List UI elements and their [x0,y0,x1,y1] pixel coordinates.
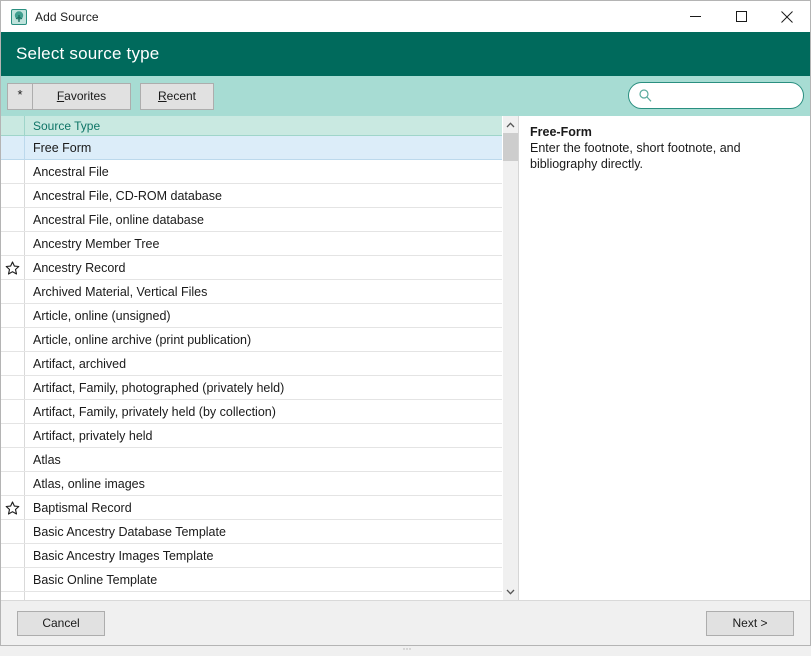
favorite-cell[interactable] [1,448,25,471]
recent-button[interactable]: Recent [140,83,214,110]
cancel-button[interactable]: Cancel [17,611,105,636]
source-type-label: Baptismal Record [25,501,132,515]
table-row[interactable]: Ancestry Member Tree [1,232,502,256]
source-type-label: Ancestral File [25,165,109,179]
resize-grip-icon[interactable] [396,638,416,644]
title-bar: Add Source [1,1,810,32]
favorite-cell[interactable] [1,424,25,447]
source-type-label: Ancestry Record [25,261,125,275]
table-row[interactable]: Basic Online Template [1,568,502,592]
scrollbar-thumb[interactable] [503,133,518,161]
table-row[interactable]: Baptismal Record [1,496,502,520]
table-row[interactable]: Ancestral File, CD-ROM database [1,184,502,208]
source-type-label: Free Form [25,141,91,155]
source-type-label: Basic Ancestry Images Template [25,549,213,563]
star-icon[interactable] [1,496,25,519]
source-type-label: Artifact, Family, photographed (privatel… [25,381,284,395]
add-source-dialog: Add Source Select source type * Favorite… [0,0,811,646]
source-type-label: Artifact, archived [25,357,126,371]
favorite-cell[interactable] [1,376,25,399]
close-icon[interactable] [764,1,810,32]
table-row[interactable]: Artifact, privately held [1,424,502,448]
table-row[interactable]: Ancestry Record [1,256,502,280]
table-row[interactable]: Article, online (unsigned) [1,304,502,328]
recent-accel: R [158,89,167,103]
table-row[interactable]: Atlas [1,448,502,472]
source-type-list-pane: Source Type Free Form Ancestral File Ances… [1,116,502,600]
minimize-icon[interactable] [672,1,718,32]
window-controls [672,1,810,32]
table-row[interactable]: Basic Ancestry Images Template [1,544,502,568]
favorite-cell[interactable] [1,568,25,591]
source-type-label: Article, online archive (print publicati… [25,333,251,347]
table-row[interactable]: Ancestral File, online database [1,208,502,232]
dialog-footer: Cancel Next > [1,601,810,645]
search-icon [639,89,652,102]
favorite-cell[interactable] [1,208,25,231]
source-type-rows: Free Form Ancestral File Ancestral File, C… [1,136,502,600]
favorites-accel: F [57,89,64,103]
favorite-column-header [1,116,25,136]
source-type-label: Ancestry Member Tree [25,237,159,251]
favorite-cell[interactable] [1,352,25,375]
table-row[interactable]: Article, online archive (print publicati… [1,328,502,352]
source-type-label: Basic Ancestry Database Template [25,525,226,539]
source-type-detail-pane: Free-Form Enter the footnote, short foot… [519,116,810,600]
source-type-label: Atlas [25,453,61,467]
table-row[interactable]: Archived Material, Vertical Files [1,280,502,304]
favorite-cell[interactable] [1,280,25,303]
source-type-label: Atlas, online images [25,477,145,491]
source-type-label: Ancestral File, CD-ROM database [25,189,222,203]
favorite-cell[interactable] [1,400,25,423]
family-tree-icon [11,9,27,25]
favorite-cell[interactable] [1,544,25,567]
source-type-column-header: Source Type [25,119,100,133]
scrollbar-track[interactable] [503,133,518,583]
next-button[interactable]: Next > [706,611,794,636]
list-scrollbar[interactable] [502,116,519,600]
favorite-cell[interactable] [1,520,25,543]
list-column-header: Source Type [1,116,502,136]
favorite-cell[interactable] [1,160,25,183]
table-row[interactable] [1,592,502,600]
favorite-cell[interactable] [1,136,25,159]
dialog-body: Source Type Free Form Ancestral File Ances… [1,116,810,601]
favorite-cell[interactable] [1,328,25,351]
search-input[interactable] [658,85,792,107]
favorite-cell[interactable] [1,472,25,495]
table-row[interactable]: Free Form [1,136,502,160]
favorite-cell[interactable] [1,592,25,600]
star-toggle-button[interactable]: * [7,83,33,110]
source-type-label: Article, online (unsigned) [25,309,171,323]
source-type-label: Artifact, Family, privately held (by col… [25,405,276,419]
table-row[interactable]: Basic Ancestry Database Template [1,520,502,544]
table-row[interactable]: Ancestral File [1,160,502,184]
favorite-cell[interactable] [1,232,25,255]
source-type-label: Archived Material, Vertical Files [25,285,207,299]
recent-label-rest: ecent [167,89,196,103]
detail-description: Enter the footnote, short footnote, and … [530,140,798,172]
maximize-icon[interactable] [718,1,764,32]
search-box[interactable] [628,82,804,109]
table-row[interactable]: Artifact, Family, privately held (by col… [1,400,502,424]
favorites-label-rest: avorites [64,89,106,103]
window-title: Add Source [35,10,99,24]
detail-title: Free-Form [530,125,798,139]
chevron-up-icon[interactable] [503,116,518,133]
star-icon[interactable] [1,256,25,279]
favorites-button[interactable]: Favorites [33,83,131,110]
source-type-label: Artifact, privately held [25,429,153,443]
toolbar: * Favorites Recent [1,76,810,116]
dialog-banner: Select source type [1,32,810,76]
favorite-cell[interactable] [1,304,25,327]
favorites-button-group: * Favorites [7,83,131,110]
page-title: Select source type [1,44,159,64]
chevron-down-icon[interactable] [503,583,518,600]
table-row[interactable]: Artifact, archived [1,352,502,376]
source-type-label: Basic Online Template [25,573,157,587]
favorite-cell[interactable] [1,184,25,207]
source-type-label: Ancestral File, online database [25,213,204,227]
table-row[interactable]: Atlas, online images [1,472,502,496]
table-row[interactable]: Artifact, Family, photographed (privatel… [1,376,502,400]
